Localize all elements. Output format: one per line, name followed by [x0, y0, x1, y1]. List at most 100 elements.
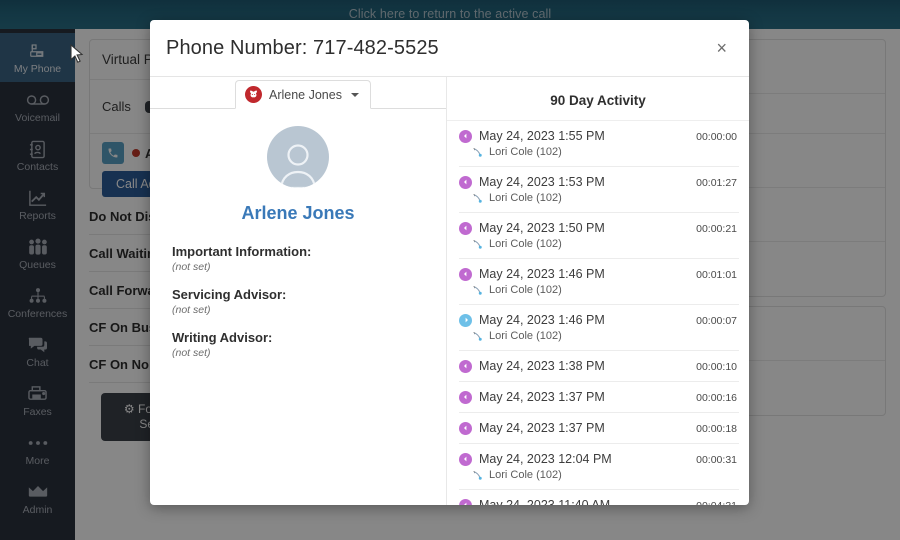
activity-agent: Lori Cole (102): [472, 469, 696, 481]
field-label: Important Information:: [172, 244, 312, 259]
activity-row[interactable]: May 24, 2023 1:37 PM 00:00:18: [459, 413, 739, 444]
modal-title: Phone Number: 717-482-5525: [166, 36, 439, 59]
call-incoming-icon: [459, 129, 472, 143]
activity-agent: Lori Cole (102): [472, 330, 696, 342]
activity-row-topline: May 24, 2023 1:37 PM: [459, 421, 696, 435]
contact-tabbar: Arlene Jones: [150, 77, 446, 109]
contact-details: Arlene Jones Important Information: (not…: [150, 109, 446, 373]
activity-row-topline: May 24, 2023 12:04 PM: [459, 452, 696, 466]
activity-duration: 00:00:07: [696, 315, 737, 327]
call-transfer-icon: [472, 285, 483, 296]
activity-row[interactable]: May 24, 2023 1:50 PM Lori Cole (102) 00:00…: [459, 213, 739, 259]
activity-date: May 24, 2023 1:46 PM: [479, 267, 605, 281]
activity-row[interactable]: May 24, 2023 1:46 PM Lori Cole (102) 00:01…: [459, 259, 739, 305]
activity-agent-label: Lori Cole (102): [489, 469, 562, 481]
call-transfer-icon: [472, 193, 483, 204]
activity-duration: 00:00:18: [696, 423, 737, 435]
field-value: (not set): [172, 347, 211, 359]
activity-list[interactable]: May 24, 2023 1:55 PM Lori Cole (102) 00:00…: [447, 120, 749, 505]
activity-duration: 00:00:00: [696, 131, 737, 143]
call-incoming-icon: [459, 390, 472, 404]
activity-row[interactable]: May 24, 2023 1:53 PM Lori Cole (102) 00:01…: [459, 167, 739, 213]
activity-duration: 00:01:01: [696, 269, 737, 281]
call-incoming-icon: [459, 267, 472, 281]
call-transfer-icon: [472, 470, 483, 481]
contact-pane: Arlene Jones Arlene Jones Important Info…: [150, 77, 447, 505]
activity-row[interactable]: May 24, 2023 12:04 PM Lori Cole (102) 00:0…: [459, 444, 739, 490]
contact-avatar-icon: [245, 86, 262, 103]
field-value: (not set): [172, 261, 211, 273]
activity-row-main: May 24, 2023 1:46 PM Lori Cole (102): [459, 313, 696, 342]
activity-agent-label: Lori Cole (102): [489, 238, 562, 250]
modal-body: Arlene Jones Arlene Jones Important Info…: [150, 77, 749, 505]
close-icon[interactable]: ×: [712, 37, 731, 59]
activity-row-topline: May 24, 2023 1:50 PM: [459, 221, 696, 235]
activity-row-topline: May 24, 2023 1:46 PM: [459, 267, 696, 281]
call-transfer-icon: [472, 147, 483, 158]
field-label: Writing Advisor:: [172, 330, 273, 345]
activity-row[interactable]: May 24, 2023 1:46 PM Lori Cole (102) 00:00…: [459, 305, 739, 351]
phone-number-modal: Phone Number: 717-482-5525 × Arlene Jone…: [150, 20, 749, 505]
activity-row-topline: May 24, 2023 1:37 PM: [459, 390, 696, 404]
activity-agent-label: Lori Cole (102): [489, 192, 562, 204]
activity-row-topline: May 24, 2023 1:38 PM: [459, 359, 696, 373]
activity-row-topline: May 24, 2023 1:55 PM: [459, 129, 696, 143]
activity-agent-label: Lori Cole (102): [489, 330, 562, 342]
activity-row-main: May 24, 2023 1:46 PM Lori Cole (102): [459, 267, 696, 296]
field-servicing-advisor: Servicing Advisor: (not set): [172, 287, 446, 316]
tab-arlene-jones[interactable]: Arlene Jones: [235, 80, 371, 109]
call-incoming-icon: [459, 175, 472, 189]
contact-fields: Important Information: (not set) Servici…: [150, 224, 446, 359]
activity-row-main: May 24, 2023 1:37 PM: [459, 421, 696, 435]
contact-name: Arlene Jones: [241, 203, 355, 223]
activity-agent-label: Lori Cole (102): [489, 146, 562, 158]
activity-date: May 24, 2023 1:38 PM: [479, 359, 605, 373]
activity-row-main: May 24, 2023 1:55 PM Lori Cole (102): [459, 129, 696, 158]
activity-date: May 24, 2023 1:53 PM: [479, 175, 605, 189]
activity-agent: Lori Cole (102): [472, 146, 696, 158]
field-label: Servicing Advisor:: [172, 287, 287, 302]
activity-row[interactable]: May 24, 2023 1:37 PM 00:00:16: [459, 382, 739, 413]
activity-duration: 00:00:16: [696, 392, 737, 404]
activity-title: 90 Day Activity: [550, 93, 646, 108]
call-incoming-icon: [459, 359, 472, 373]
activity-pane: 90 Day Activity May 24, 2023 1:55 PM Lori…: [447, 77, 749, 505]
activity-date: May 24, 2023 12:04 PM: [479, 452, 612, 466]
activity-date: May 24, 2023 1:37 PM: [479, 390, 605, 404]
call-incoming-icon: [459, 221, 472, 235]
activity-row-main: May 24, 2023 1:53 PM Lori Cole (102): [459, 175, 696, 204]
activity-duration: 00:04:31: [696, 498, 737, 505]
call-incoming-icon: [459, 452, 472, 466]
modal-header: Phone Number: 717-482-5525 ×: [150, 20, 749, 77]
activity-date: May 24, 2023 11:40 AM: [479, 498, 611, 505]
mouse-cursor-icon: [70, 43, 84, 69]
activity-agent: Lori Cole (102): [472, 238, 696, 250]
activity-date: May 24, 2023 1:37 PM: [479, 421, 605, 435]
activity-duration: 00:00:31: [696, 454, 737, 466]
activity-date: May 24, 2023 1:46 PM: [479, 313, 605, 327]
activity-row[interactable]: May 24, 2023 1:55 PM Lori Cole (102) 00:00…: [459, 121, 739, 167]
tab-label: Arlene Jones: [269, 87, 342, 102]
field-important-information: Important Information: (not set): [172, 244, 446, 273]
activity-agent: Lori Cole (102): [472, 192, 696, 204]
activity-row-main: May 24, 2023 1:38 PM: [459, 359, 696, 373]
activity-row[interactable]: May 24, 2023 11:40 AM 00:04:31: [459, 490, 739, 505]
call-transfer-icon: [472, 331, 483, 342]
user-silhouette-icon: [267, 126, 329, 188]
activity-row-main: May 24, 2023 1:50 PM Lori Cole (102): [459, 221, 696, 250]
call-transfer-icon: [472, 239, 483, 250]
call-outgoing-icon: [459, 313, 472, 327]
activity-date: May 24, 2023 1:50 PM: [479, 221, 605, 235]
activity-row-topline: May 24, 2023 11:40 AM: [459, 498, 696, 505]
activity-duration: 00:00:10: [696, 361, 737, 373]
activity-agent-label: Lori Cole (102): [489, 284, 562, 296]
activity-row-topline: May 24, 2023 1:53 PM: [459, 175, 696, 189]
activity-row[interactable]: May 24, 2023 1:38 PM 00:00:10: [459, 351, 739, 382]
field-value: (not set): [172, 304, 211, 316]
chevron-down-icon[interactable]: [350, 92, 359, 97]
activity-row-main: May 24, 2023 1:37 PM: [459, 390, 696, 404]
activity-date: May 24, 2023 1:55 PM: [479, 129, 605, 143]
field-writing-advisor: Writing Advisor: (not set): [172, 330, 446, 359]
activity-duration: 00:00:21: [696, 223, 737, 235]
call-incoming-icon: [459, 498, 472, 505]
